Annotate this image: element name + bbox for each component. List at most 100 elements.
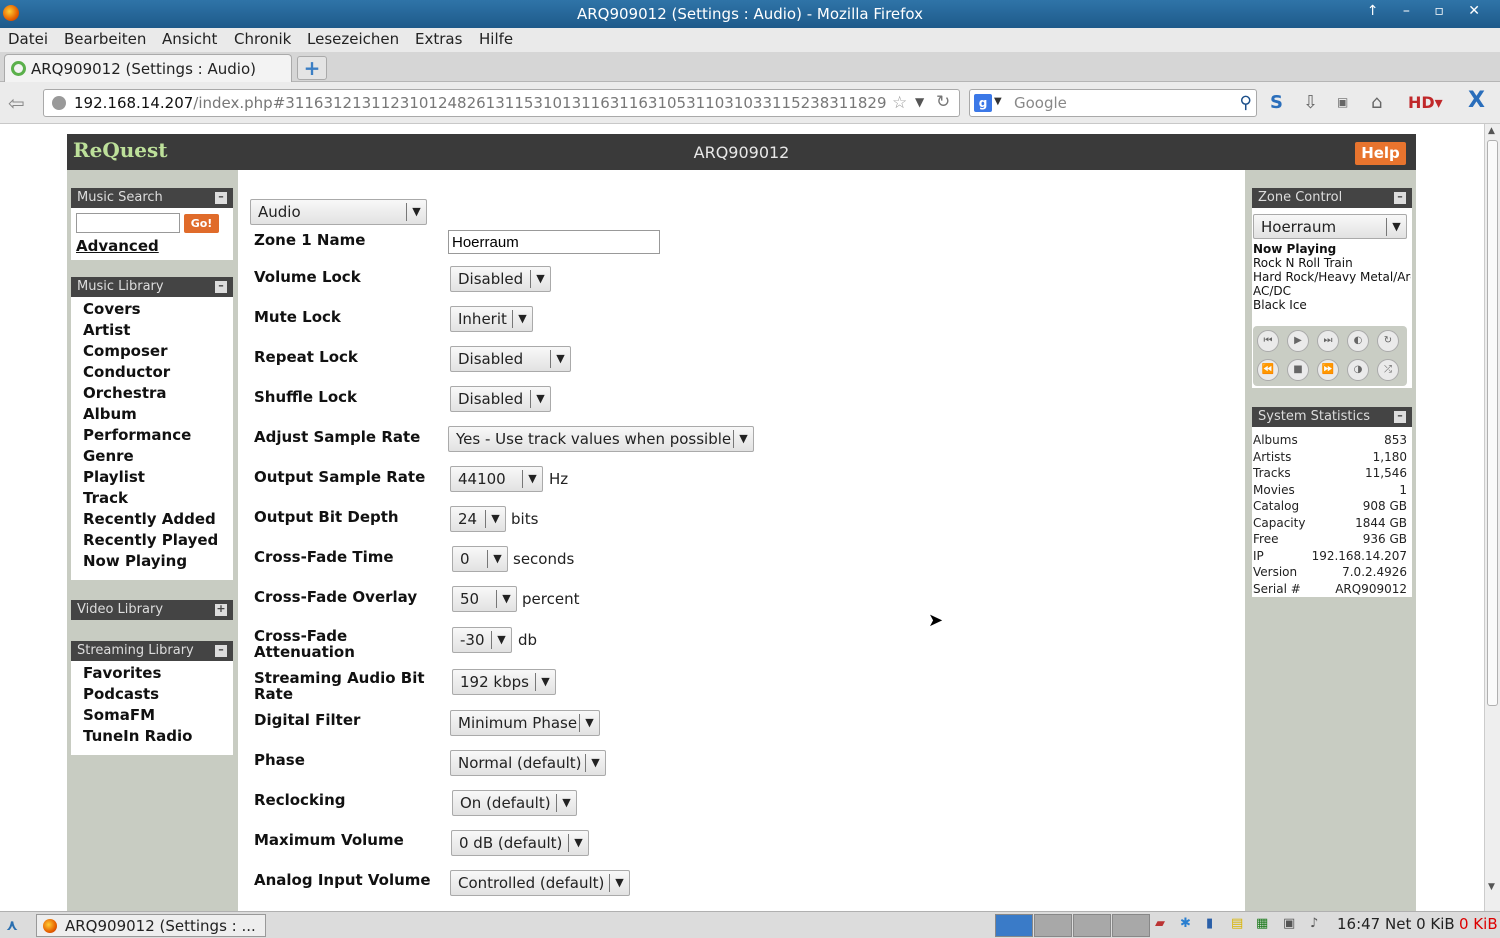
- workspace-3[interactable]: [1073, 914, 1111, 937]
- menu-datei[interactable]: Datei: [8, 30, 48, 48]
- next-track-icon[interactable]: ⏭: [1317, 330, 1339, 352]
- output-sample-rate-select[interactable]: 44100 ▼: [450, 466, 543, 492]
- rewind-icon[interactable]: ⏪: [1257, 359, 1279, 381]
- notes-icon[interactable]: ▤: [1231, 916, 1243, 931]
- menu-ansicht[interactable]: Ansicht: [162, 30, 217, 48]
- fast-forward-icon[interactable]: ⏩: [1317, 359, 1339, 381]
- cross-fade-time-select[interactable]: 0 ▼: [452, 546, 508, 572]
- taskbar-firefox-task[interactable]: ARQ909012 (Settings : ...: [36, 914, 266, 937]
- search-icon[interactable]: ⚲: [1240, 93, 1252, 113]
- volume-icon[interactable]: ♪: [1310, 916, 1318, 931]
- volume-down-icon[interactable]: ◑: [1347, 359, 1369, 381]
- shuffle-lock-select[interactable]: Disabled ▼: [450, 386, 551, 412]
- reclocking-select[interactable]: On (default) ▼: [452, 790, 577, 816]
- tray-app-icon[interactable]: ▰: [1155, 916, 1165, 931]
- workspace-2[interactable]: [1034, 914, 1072, 937]
- library-item-recently-added[interactable]: Recently Added: [83, 510, 233, 531]
- previous-track-icon[interactable]: ⏮: [1257, 330, 1279, 352]
- library-item-orchestra[interactable]: Orchestra: [83, 384, 233, 405]
- zone-name-input[interactable]: [448, 230, 660, 254]
- collapse-icon[interactable]: –: [215, 644, 227, 657]
- streaming-item-podcasts[interactable]: Podcasts: [83, 685, 233, 706]
- menu-bearbeiten[interactable]: Bearbeiten: [64, 30, 146, 48]
- adjust-sample-rate-select[interactable]: Yes - Use track values when possible ▼: [448, 426, 754, 452]
- workspace-1[interactable]: [995, 914, 1033, 937]
- shuffle-icon[interactable]: ⤮: [1377, 359, 1399, 381]
- google-icon[interactable]: g: [974, 94, 992, 112]
- workspace-4[interactable]: [1112, 914, 1150, 937]
- phase-select[interactable]: Normal (default) ▼: [450, 750, 606, 776]
- reload-icon[interactable]: ↻: [936, 92, 950, 112]
- output-bit-depth-select[interactable]: 24 ▼: [450, 506, 506, 532]
- volume-lock-select[interactable]: Disabled ▼: [450, 266, 551, 292]
- scroll-up-icon[interactable]: ▲: [1488, 126, 1495, 136]
- volume-up-icon[interactable]: ◐: [1347, 330, 1369, 352]
- address-url[interactable]: 192.168.14.207/index.php#311631213112310…: [74, 94, 886, 112]
- download-icon[interactable]: ⇩: [1303, 92, 1318, 113]
- scroll-down-icon[interactable]: ▼: [1488, 882, 1495, 892]
- x-addon-icon[interactable]: X: [1468, 88, 1485, 113]
- network-icon[interactable]: ▣: [1283, 916, 1295, 931]
- start-menu-icon[interactable]: ⋏: [6, 916, 18, 934]
- analog-input-volume-select[interactable]: Controlled (default) ▼: [450, 870, 630, 896]
- new-tab-button[interactable]: +: [297, 56, 327, 80]
- collapse-icon[interactable]: –: [1394, 410, 1406, 423]
- library-item-performance[interactable]: Performance: [83, 426, 233, 447]
- bluetooth-icon[interactable]: ✱: [1180, 916, 1191, 931]
- repeat-lock-select[interactable]: Disabled ▼: [450, 346, 571, 372]
- library-item-playlist[interactable]: Playlist: [83, 468, 233, 489]
- youtube-icon[interactable]: ▣: [1337, 95, 1348, 109]
- scrollbar-thumb[interactable]: [1487, 140, 1498, 706]
- zone-select[interactable]: Hoerraum ▼: [1253, 214, 1407, 239]
- menu-hilfe[interactable]: Hilfe: [479, 30, 513, 48]
- window-buttons[interactable]: ↑ – ▫ ✕: [1367, 3, 1490, 19]
- menu-chronik[interactable]: Chronik: [234, 30, 291, 48]
- collapse-icon[interactable]: –: [215, 280, 227, 293]
- history-dropdown-icon[interactable]: ▼: [915, 95, 924, 109]
- stop-icon[interactable]: ■: [1287, 359, 1309, 381]
- search-bar[interactable]: g ▼ Google ⚲: [969, 89, 1257, 117]
- library-item-artist[interactable]: Artist: [83, 321, 233, 342]
- help-button[interactable]: Help: [1355, 142, 1406, 165]
- menu-lesezeichen[interactable]: Lesezeichen: [307, 30, 399, 48]
- library-item-genre[interactable]: Genre: [83, 447, 233, 468]
- maximum-volume-select[interactable]: 0 dB (default) ▼: [451, 830, 589, 856]
- collapse-icon[interactable]: –: [1394, 191, 1406, 204]
- collapse-icon[interactable]: –: [215, 191, 227, 204]
- expand-icon[interactable]: +: [215, 603, 227, 616]
- library-item-now-playing[interactable]: Now Playing: [83, 552, 233, 573]
- cross-fade-attenuation-select[interactable]: -30 ▼: [452, 627, 512, 653]
- home-icon[interactable]: ⌂: [1371, 92, 1382, 113]
- signal-icon[interactable]: ▮: [1206, 916, 1213, 931]
- menu-extras[interactable]: Extras: [415, 30, 462, 48]
- library-item-covers[interactable]: Covers: [83, 300, 233, 321]
- music-search-input[interactable]: [76, 213, 180, 233]
- settings-section-select[interactable]: Audio ▼: [250, 199, 427, 225]
- digital-filter-select[interactable]: Minimum Phase ▼: [450, 710, 600, 736]
- go-button[interactable]: Go!: [184, 214, 219, 233]
- library-item-conductor[interactable]: Conductor: [83, 363, 233, 384]
- search-engine-dropdown-icon[interactable]: ▼: [994, 96, 1002, 107]
- back-arrow-icon[interactable]: ⇦: [8, 91, 25, 115]
- library-item-album[interactable]: Album: [83, 405, 233, 426]
- streaming-bit-rate-select[interactable]: 192 kbps ▼: [452, 669, 556, 695]
- system-monitor-icon[interactable]: ▦: [1256, 916, 1268, 931]
- now-playing-album: Black Ice: [1253, 298, 1307, 312]
- page-scrollbar[interactable]: ▲ ▼: [1484, 124, 1500, 911]
- tab-settings-audio[interactable]: ARQ909012 (Settings : Audio): [4, 54, 292, 82]
- play-icon[interactable]: ▶: [1287, 330, 1309, 352]
- streaming-item-tunein-radio[interactable]: TuneIn Radio: [83, 727, 233, 748]
- mute-lock-select[interactable]: Inherit ▼: [450, 306, 533, 332]
- bookmark-star-icon[interactable]: ☆: [892, 93, 907, 113]
- advanced-search-link[interactable]: Advanced: [76, 237, 159, 255]
- cross-fade-overlay-select[interactable]: 50 ▼: [452, 586, 517, 612]
- library-item-recently-played[interactable]: Recently Played: [83, 531, 233, 552]
- hd-icon[interactable]: HD▾: [1408, 93, 1443, 112]
- streaming-item-somafm[interactable]: SomaFM: [83, 706, 233, 727]
- skype-icon[interactable]: S: [1270, 92, 1283, 113]
- address-bar[interactable]: 192.168.14.207/index.php#311631213112310…: [43, 89, 960, 117]
- library-item-composer[interactable]: Composer: [83, 342, 233, 363]
- library-item-track[interactable]: Track: [83, 489, 233, 510]
- streaming-item-favorites[interactable]: Favorites: [83, 664, 233, 685]
- repeat-icon[interactable]: ↻: [1377, 330, 1399, 352]
